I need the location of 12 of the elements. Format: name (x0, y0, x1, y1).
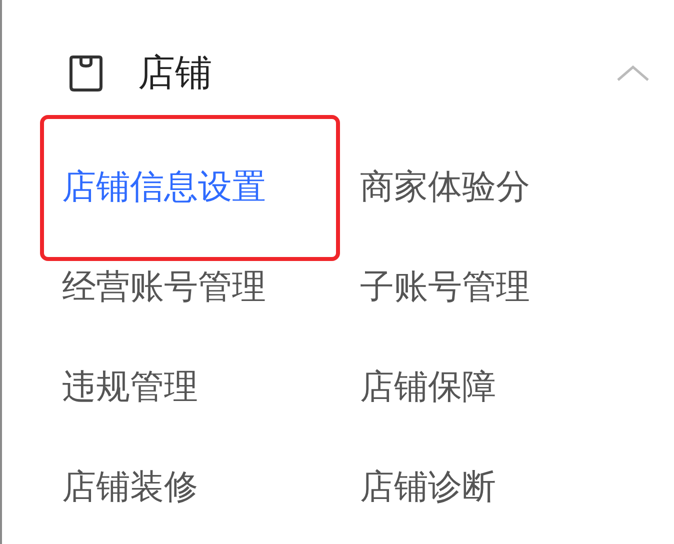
shop-icon (68, 54, 104, 92)
menu-link[interactable]: 店铺装修 (62, 464, 198, 510)
menu-link[interactable]: 子账号管理 (360, 264, 530, 310)
menu-link[interactable]: 店铺信息设置 (62, 164, 266, 210)
menu-link[interactable]: 店铺保障 (360, 364, 496, 410)
chevron-icon (616, 64, 650, 82)
menu-link[interactable]: 经营账号管理 (62, 264, 266, 310)
menu-link[interactable]: 店铺诊断 (360, 464, 496, 510)
menu-link[interactable]: 商家体验分 (360, 164, 530, 210)
collapse-toggle[interactable] (616, 64, 650, 82)
section-title: 店铺 (138, 50, 212, 96)
menu-link[interactable]: 违规管理 (62, 364, 198, 410)
